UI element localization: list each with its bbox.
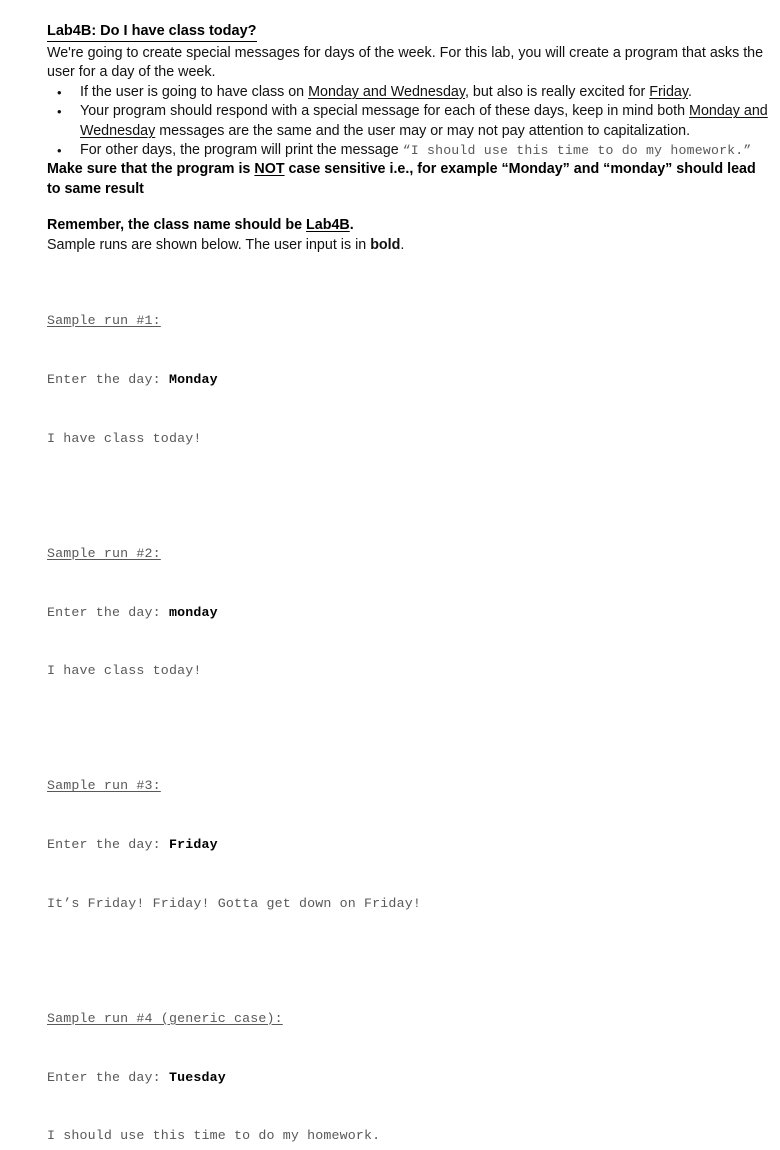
sample-runs-note: Sample runs are shown below. The user in… [47, 236, 773, 255]
sample-run-1-header: Sample run #1: [47, 313, 161, 329]
case-note-emphasis: NOT [254, 161, 285, 178]
sample-run-3-prompt-line: Enter the day: Friday [47, 835, 773, 855]
sample-run-1-input: Monday [168, 372, 218, 388]
sample-run-2-header: Sample run #2: [47, 545, 161, 561]
remember-part1: Remember, the class name should be [47, 217, 307, 234]
sample-run-2-output: I have class today! [47, 663, 202, 679]
sample-run-2-prompt: Enter the day: [47, 604, 169, 620]
bullet-icon: • [57, 84, 62, 100]
page-title-row: Lab4B: Do I have class today? [47, 22, 773, 43]
document-page: Lab4B: Do I have class today? We're goin… [0, 0, 780, 1143]
list-item: • Your program should respond with a spe… [47, 102, 773, 141]
bullet-text-0-0: If the user is going to have class on [80, 83, 309, 100]
bullet-icon: • [57, 143, 62, 159]
sample-note-part1: Sample runs are shown below. The user in… [47, 236, 371, 253]
sample-run-4-header: Sample run #4 (generic case): [47, 1010, 283, 1026]
sample-run-3-prompt: Enter the day: [47, 837, 169, 853]
sample-run-4-output: I should use this time to do my homework… [47, 1128, 381, 1144]
remember-class-name: Lab4B [306, 217, 350, 234]
intro-paragraph: We're going to create special messages f… [47, 45, 764, 81]
sample-run-3-header-line: Sample run #3: [47, 776, 773, 796]
requirements-list: • If the user is going to have class on … [47, 83, 773, 161]
sample-run-1: Sample run #1: Enter the day: Monday I h… [47, 272, 773, 488]
list-item: • For other days, the program will print… [47, 141, 773, 160]
sample-note-emphasis: bold [370, 236, 401, 253]
bullet-text-2-0: For other days, the program will print t… [80, 142, 403, 159]
sample-run-1-output: I have class today! [47, 430, 202, 446]
bullet-text-1-2: messages are the same and the user may o… [155, 122, 691, 139]
sample-run-4-prompt-line: Enter the day: Tuesday [47, 1068, 773, 1088]
bullet-text-0-4: . [687, 83, 692, 100]
list-item: • If the user is going to have class on … [47, 83, 773, 102]
sample-run-3-output: It’s Friday! Friday! Gotta get down on F… [47, 895, 421, 911]
sample-run-4-input: Tuesday [168, 1069, 226, 1085]
sample-run-2-prompt-line: Enter the day: monday [47, 603, 773, 623]
remember-note: Remember, the class name should be Lab4B… [47, 216, 773, 235]
document-content: Lab4B: Do I have class today? We're goin… [47, 22, 773, 1150]
remember-part2: . [349, 217, 354, 234]
bullet-text-0-2: , but also is really excited for [464, 83, 650, 100]
sample-run-1-prompt: Enter the day: [47, 372, 169, 388]
bullet-text-0-3: Friday [649, 83, 688, 100]
sample-run-3: Sample run #3: Enter the day: Friday It’… [47, 737, 773, 953]
sample-run-2: Sample run #2: Enter the day: monday I h… [47, 505, 773, 721]
sample-run-4-prompt: Enter the day: [47, 1069, 169, 1085]
sample-run-4: Sample run #4 (generic case): Enter the … [47, 970, 773, 1150]
sample-note-part2: . [400, 236, 405, 253]
bullet-icon: • [57, 104, 62, 120]
sample-run-3-header: Sample run #3: [47, 778, 161, 794]
sample-run-2-header-line: Sample run #2: [47, 544, 773, 564]
case-sensitivity-note: Make sure that the program is NOT case s… [47, 160, 773, 199]
sample-run-2-input: monday [168, 604, 218, 620]
sample-run-1-prompt-line: Enter the day: Monday [47, 370, 773, 390]
case-note-part1: Make sure that the program is [47, 161, 255, 178]
sample-run-1-header-line: Sample run #1: [47, 311, 773, 331]
bullet-text-1-0: Your program should respond with a speci… [80, 103, 690, 120]
bullet-text-0-1: Monday and Wednesday [308, 83, 465, 100]
sample-run-3-input: Friday [168, 837, 218, 853]
sample-run-4-header-line: Sample run #4 (generic case): [47, 1009, 773, 1029]
page-title: Lab4B: Do I have class today? [47, 22, 257, 42]
bullet-code-quote: “I should use this time to do my homewor… [402, 143, 752, 159]
